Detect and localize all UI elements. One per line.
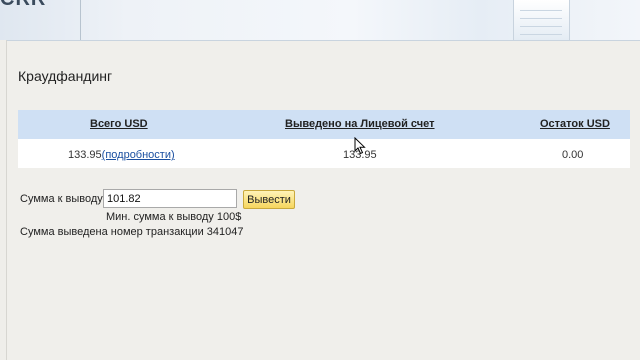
total-value: 133.95 xyxy=(68,149,102,161)
header-banner-image xyxy=(513,0,570,40)
crowdfunding-table: Всего USD Выведено на Лицевой счет Остат… xyxy=(18,110,630,168)
table-header-row: Всего USD Выведено на Лицевой счет Остат… xyxy=(18,110,630,139)
site-logo[interactable]: CRR xyxy=(0,0,46,10)
page-title: Краудфандинг xyxy=(18,68,113,84)
column-header-remainder-usd[interactable]: Остаток USD xyxy=(540,118,610,130)
transaction-status-message: Сумма выведена номер транзакции 341047 xyxy=(20,226,244,238)
cell-total: 133.95(подробности) xyxy=(68,149,175,161)
amount-label: Сумма к выводу xyxy=(20,193,103,205)
min-amount-hint: Мин. сумма к выводу 100$ xyxy=(106,211,242,223)
withdraw-amount-input[interactable] xyxy=(103,189,237,208)
details-link[interactable]: (подробности) xyxy=(102,149,175,161)
cell-remainder: 0.00 xyxy=(562,149,584,161)
mouse-pointer-icon xyxy=(354,137,366,155)
site-header: CRR xyxy=(0,0,640,41)
header-divider xyxy=(80,0,81,40)
column-header-withdrawn[interactable]: Выведено на Лицевой счет xyxy=(285,118,435,130)
column-header-total-usd[interactable]: Всего USD xyxy=(90,118,148,130)
withdraw-button[interactable]: Вывести xyxy=(243,190,295,209)
left-sidebar-edge xyxy=(0,40,7,360)
